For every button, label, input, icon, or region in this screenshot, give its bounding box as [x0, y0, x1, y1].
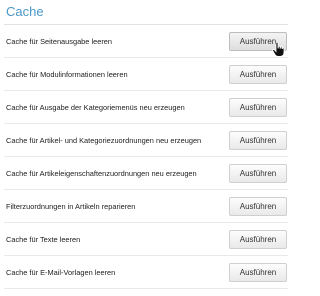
cache-row-category-menus: Cache für Ausgabe der Kategoriemenüs neu…	[4, 91, 288, 124]
hand-pointer-icon	[272, 42, 285, 57]
run-button-email-templates[interactable]: Ausführen	[229, 262, 287, 282]
cache-row-email-templates: Cache für E-Mail-Vorlagen leeren Ausführ…	[4, 256, 288, 289]
row-label: Cache für Modulinformationen leeren	[6, 69, 128, 79]
cache-row-filter-mappings: Filterzuordnungen in Artikeln reparieren…	[4, 190, 288, 223]
run-button-module-info[interactable]: Ausführen	[229, 64, 287, 84]
panel-title: Cache	[6, 4, 44, 19]
row-label: Cache für Texte leeren	[6, 234, 81, 244]
cache-panel: Cache Cache für Seitenausgabe leeren Aus…	[0, 0, 296, 296]
run-button-texts[interactable]: Ausführen	[229, 229, 287, 249]
run-button-article-category-mappings[interactable]: Ausführen	[229, 130, 287, 150]
cache-row-page-output: Cache für Seitenausgabe leeren Ausführen	[4, 25, 288, 58]
row-label: Cache für Ausgabe der Kategoriemenüs neu…	[6, 102, 185, 112]
row-label: Cache für Artikel- und Kategoriezuordnun…	[6, 135, 202, 145]
cache-row-texts: Cache für Texte leeren Ausführen	[4, 223, 288, 256]
run-button-article-properties[interactable]: Ausführen	[229, 163, 287, 183]
cache-row-article-category-mappings: Cache für Artikel- und Kategoriezuordnun…	[4, 124, 288, 157]
run-button-filter-mappings[interactable]: Ausführen	[229, 196, 287, 216]
row-label: Cache für Artikeleigenschaftenzuordnunge…	[6, 168, 197, 178]
cache-action-list: Cache für Seitenausgabe leeren Ausführen…	[4, 24, 288, 289]
row-label: Filterzuordnungen in Artikeln reparieren	[6, 201, 136, 211]
row-label: Cache für Seitenausgabe leeren	[6, 36, 113, 46]
cache-row-article-properties: Cache für Artikeleigenschaftenzuordnunge…	[4, 157, 288, 190]
run-button-category-menus[interactable]: Ausführen	[229, 97, 287, 117]
row-label: Cache für E-Mail-Vorlagen leeren	[6, 267, 116, 277]
cache-row-module-info: Cache für Modulinformationen leeren Ausf…	[4, 58, 288, 91]
